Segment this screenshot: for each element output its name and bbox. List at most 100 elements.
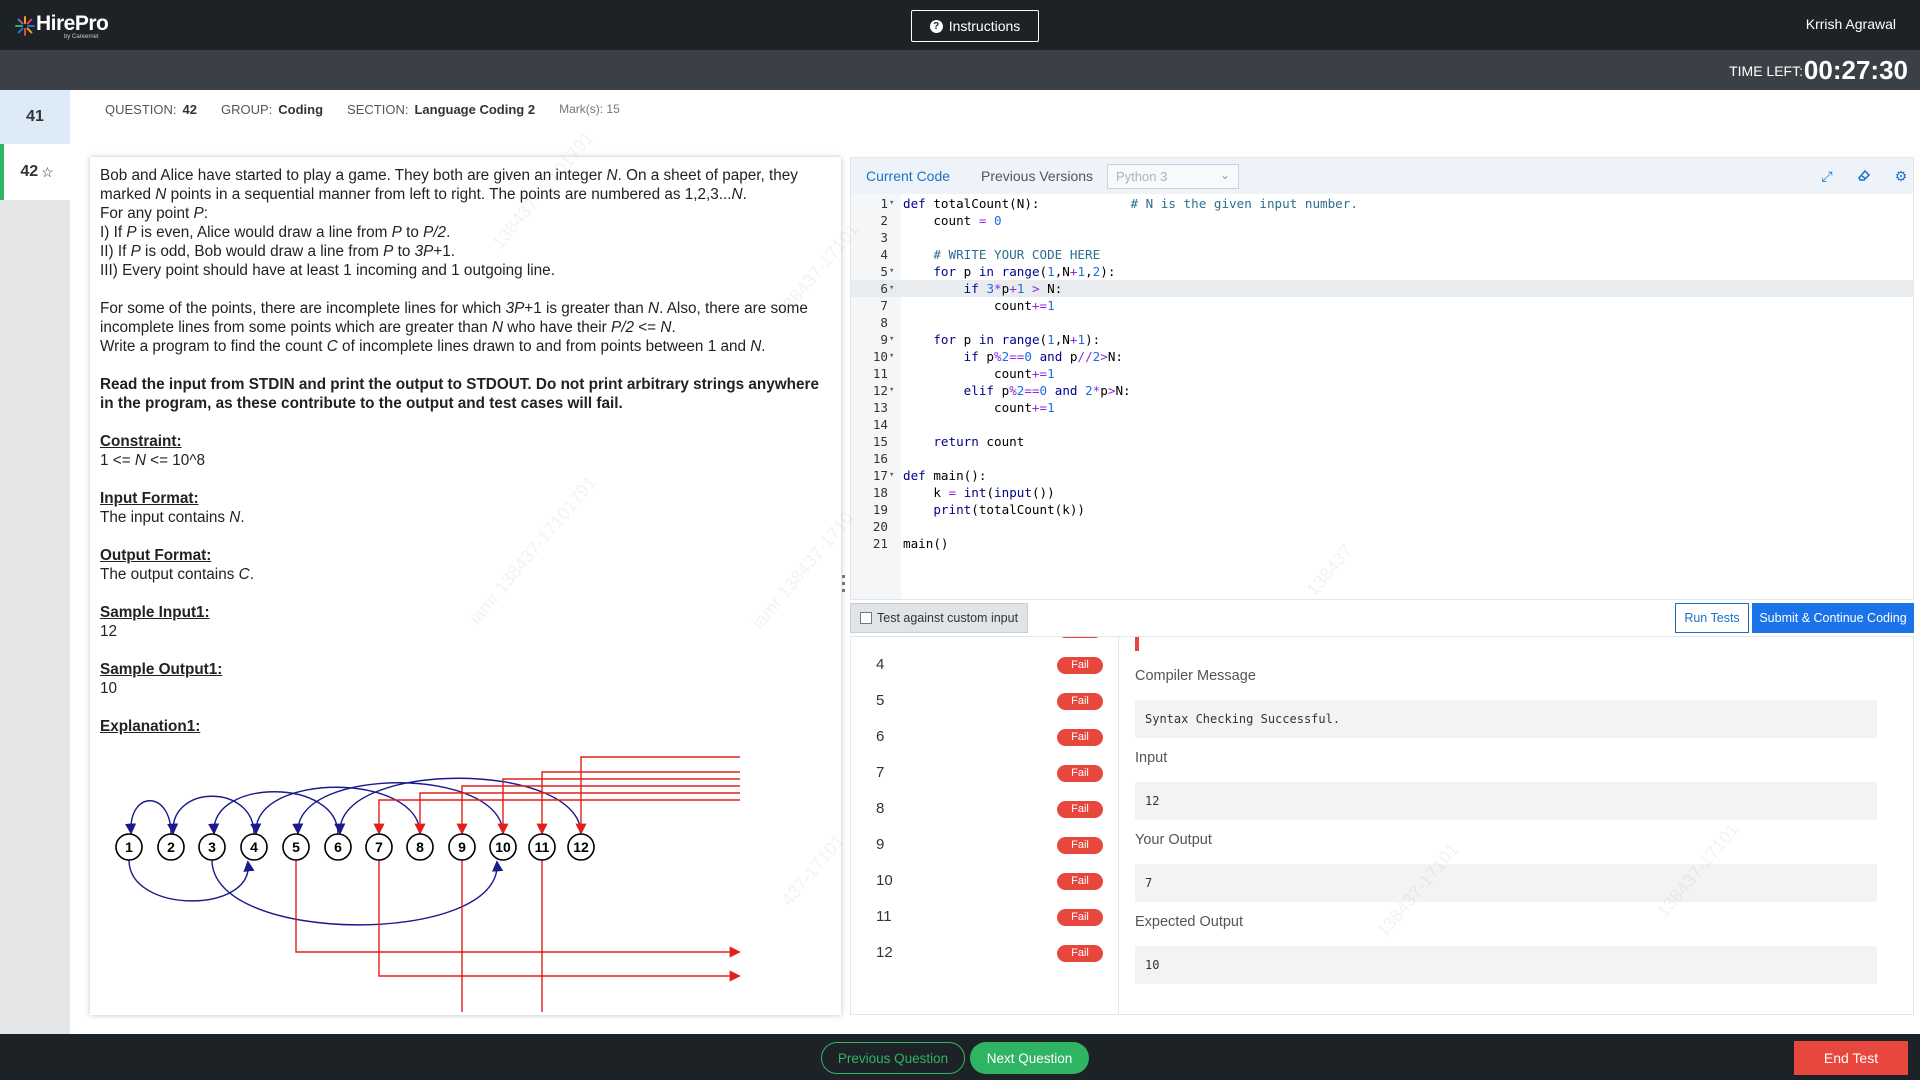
input-value: 12 bbox=[1135, 782, 1877, 820]
logo-subtext: by Careernet bbox=[64, 34, 99, 40]
custom-input-checkbox[interactable] bbox=[860, 612, 872, 624]
tab-current-code[interactable]: Current Code bbox=[866, 168, 950, 184]
code-line[interactable]: 13 count+=1 bbox=[851, 399, 1913, 416]
custom-input-label: Test against custom input bbox=[877, 611, 1019, 625]
red-outgoing-line bbox=[295, 860, 741, 958]
question-nav-label: 41 bbox=[26, 108, 44, 125]
input-label: Input bbox=[1135, 750, 1168, 766]
previous-question-button[interactable]: Previous Question bbox=[821, 1042, 965, 1074]
submit-continue-button[interactable]: Submit & Continue Coding bbox=[1752, 603, 1914, 633]
testcase-row[interactable]: 3 Fail bbox=[851, 637, 1119, 647]
expand-icon[interactable]: ⤢ bbox=[1819, 168, 1835, 184]
paragraph-task: Write a program to find the count C of i… bbox=[100, 338, 766, 355]
bottom-footer: Previous Question Next Question End Test bbox=[0, 1034, 1920, 1080]
line-number: 5 bbox=[880, 264, 888, 279]
tab-previous-versions[interactable]: Previous Versions bbox=[981, 168, 1093, 184]
next-question-button[interactable]: Next Question bbox=[970, 1042, 1089, 1074]
code-line[interactable]: 5 ▾ for p in range(1,N+1,2): bbox=[851, 263, 1913, 280]
fold-arrow-icon[interactable]: ▾ bbox=[889, 331, 894, 348]
question-nav-42[interactable]: 42 ☆ bbox=[0, 144, 70, 200]
instructions-label: Instructions bbox=[948, 18, 1021, 34]
input-format-text: The input contains N. bbox=[100, 509, 245, 526]
any-point-line: For any point P: bbox=[100, 205, 208, 222]
code-area[interactable]: 1 ▾ def totalCount(N): # N is the given in… bbox=[851, 194, 1913, 599]
testcase-list[interactable]: 3 Fail 4 Fail 5 Fail 6 Fail 7 Fail 8 Fail 9 Fail 10 Fai… bbox=[851, 637, 1119, 1014]
star-icon[interactable]: ☆ bbox=[41, 164, 54, 181]
line-number: 15 bbox=[872, 434, 888, 449]
testcase-row[interactable]: 7 Fail bbox=[851, 755, 1119, 791]
code-line[interactable]: 7 count+=1 bbox=[851, 297, 1913, 314]
testcase-row[interactable]: 4 Fail bbox=[851, 647, 1119, 683]
fold-arrow-icon[interactable]: ▾ bbox=[889, 195, 894, 212]
code-line[interactable]: 21 main() bbox=[851, 535, 1913, 552]
code-line[interactable]: 14 bbox=[851, 416, 1913, 433]
code-text: if 3*p+1 > N: bbox=[963, 281, 1063, 296]
fold-arrow-icon[interactable]: ▾ bbox=[889, 280, 894, 297]
code-line[interactable]: 16 bbox=[851, 450, 1913, 467]
gear-icon[interactable]: ⚙ bbox=[1893, 168, 1909, 184]
end-test-button[interactable]: End Test bbox=[1794, 1041, 1908, 1075]
code-line[interactable]: 17 ▾ def main(): bbox=[851, 467, 1913, 484]
code-text: elif p%2==0 and 2*p>N: bbox=[963, 383, 1131, 398]
code-line[interactable]: 8 bbox=[851, 314, 1913, 331]
testcase-number: 6 bbox=[876, 728, 885, 745]
testcase-row[interactable]: 10 Fail bbox=[851, 863, 1119, 899]
diagram-node: 9 bbox=[448, 833, 476, 861]
testcase-number: 12 bbox=[876, 944, 893, 961]
line-number: 7 bbox=[880, 298, 888, 313]
fold-arrow-icon[interactable]: ▾ bbox=[889, 348, 894, 365]
question-meta: QUESTION: 42 GROUP: Coding SECTION: Lang… bbox=[105, 102, 620, 117]
custom-input-toggle[interactable]: Test against custom input bbox=[850, 603, 1028, 633]
testcase-row[interactable]: 6 Fail bbox=[851, 719, 1119, 755]
diagram-node: 3 bbox=[198, 833, 226, 861]
testcase-row[interactable]: 8 Fail bbox=[851, 791, 1119, 827]
code-line[interactable]: 10 ▾ if p%2==0 and p//2>N: bbox=[851, 348, 1913, 365]
instructions-button[interactable]: ? Instructions bbox=[911, 10, 1039, 42]
line-number: 1 bbox=[880, 196, 888, 211]
language-select[interactable]: Python 3 ⌄ bbox=[1107, 164, 1239, 189]
fold-arrow-icon[interactable]: ▾ bbox=[889, 467, 894, 484]
code-line[interactable]: 19 print(totalCount(k)) bbox=[851, 501, 1913, 518]
code-line[interactable]: 4 # WRITE YOUR CODE HERE bbox=[851, 246, 1913, 263]
code-line[interactable]: 3 bbox=[851, 229, 1913, 246]
testcase-row[interactable]: 5 Fail bbox=[851, 683, 1119, 719]
fold-arrow-icon[interactable]: ▾ bbox=[889, 382, 894, 399]
code-text: count = 0 bbox=[903, 213, 1002, 228]
code-line[interactable]: 1 ▾ def totalCount(N): # N is the given in… bbox=[851, 195, 1913, 212]
line-number: 4 bbox=[880, 247, 888, 262]
code-line[interactable]: 15 return count bbox=[851, 433, 1913, 450]
diagram-node-label: 11 bbox=[535, 839, 550, 855]
code-line[interactable]: 18 k = int(input()) bbox=[851, 484, 1913, 501]
code-line[interactable]: 2 count = 0 bbox=[851, 212, 1913, 229]
test-results-panel: 3 Fail 4 Fail 5 Fail 6 Fail 7 Fail 8 Fail 9 Fail 10 Fai… bbox=[850, 636, 1914, 1015]
output-format-text: The output contains C. bbox=[100, 566, 254, 583]
code-line[interactable]: 9 ▾ for p in range(1,N+1): bbox=[851, 331, 1913, 348]
run-tests-button[interactable]: Run Tests bbox=[1675, 603, 1749, 633]
code-line[interactable]: 6 ▾ if 3*p+1 > N: bbox=[851, 280, 1913, 297]
time-left-label: TIME LEFT: bbox=[1729, 63, 1803, 79]
code-line[interactable]: 12 ▾ elif p%2==0 and 2*p>N: bbox=[851, 382, 1913, 399]
question-nav-41[interactable]: 41 bbox=[0, 90, 70, 144]
question-nav-label: 42 bbox=[20, 163, 39, 180]
fold-arrow-icon[interactable]: ▾ bbox=[889, 263, 894, 280]
question-key: QUESTION: bbox=[105, 102, 177, 117]
your-output-label: Your Output bbox=[1135, 832, 1212, 848]
testcase-row[interactable]: 12 Fail bbox=[851, 935, 1119, 971]
rule-3: III) Every point should have at least 1 … bbox=[100, 262, 555, 279]
testcase-row[interactable]: 11 Fail bbox=[851, 899, 1119, 935]
question-text: Bob and Alice have started to play a gam… bbox=[100, 166, 830, 736]
eraser-icon[interactable] bbox=[1856, 168, 1872, 184]
code-text: def totalCount(N): # N is the given inpu… bbox=[903, 196, 1358, 211]
testcase-number: 9 bbox=[876, 836, 885, 853]
blue-arc-lower bbox=[211, 859, 504, 926]
output-format-heading: Output Format: bbox=[100, 547, 212, 564]
resize-handle[interactable] bbox=[842, 575, 846, 599]
diagram-node: 1 bbox=[115, 833, 143, 861]
testcase-row[interactable]: 9 Fail bbox=[851, 827, 1119, 863]
diagram-node: 5 bbox=[282, 833, 310, 861]
fail-badge: Fail bbox=[1057, 765, 1103, 782]
line-number: 19 bbox=[872, 502, 888, 517]
code-line[interactable]: 11 count+=1 bbox=[851, 365, 1913, 382]
code-line[interactable]: 20 bbox=[851, 518, 1913, 535]
user-name[interactable]: Krrish Agrawal bbox=[1806, 16, 1896, 32]
